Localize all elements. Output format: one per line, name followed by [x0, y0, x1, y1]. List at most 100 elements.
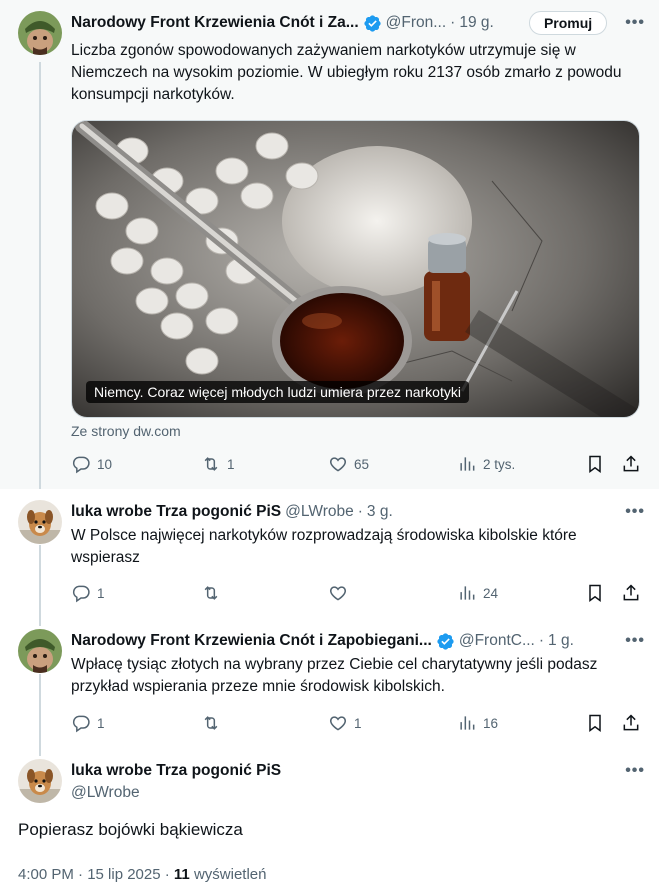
view-label: wyświetleń	[189, 866, 267, 883]
heart-icon	[329, 457, 347, 472]
more-options-icon[interactable]: •••	[625, 503, 645, 521]
author-handle[interactable]: @LWrobe	[71, 784, 140, 802]
avatar-nfkc-icon	[18, 629, 62, 673]
reply-count: 1	[97, 715, 105, 731]
tweet-time[interactable]: 3 g.	[367, 503, 393, 521]
views-button[interactable]: 24	[457, 583, 498, 603]
bookmark-icon	[589, 714, 601, 732]
tweet-time[interactable]: 19 g.	[459, 14, 493, 32]
tweet-header: luka wrobe Trza pogonić PiS @LWrobe · 3 …	[71, 501, 645, 523]
tweet-main[interactable]: Narodowy Front Krzewienia Cnót i Za... @…	[0, 0, 659, 489]
thread-line	[39, 545, 41, 616]
tweet-reply-1[interactable]: luka wrobe Trza pogonić PiS @LWrobe · 3 …	[0, 489, 659, 616]
avatar-nfkc-icon	[18, 11, 62, 55]
repost-icon	[204, 586, 218, 600]
bookmark-icon	[589, 455, 601, 473]
more-options-icon[interactable]: •••	[625, 632, 645, 650]
reply-count: 1	[97, 585, 105, 601]
tweet-reply-2[interactable]: Narodowy Front Krzewienia Cnót i Zapobie…	[0, 616, 659, 746]
heart-icon	[329, 716, 347, 731]
tweet-timestamp[interactable]: 4:00 PM · 15 lip 2025 ·	[18, 866, 174, 883]
analytics-icon	[460, 457, 475, 471]
share-button[interactable]	[621, 583, 641, 603]
thread-line	[39, 62, 41, 489]
drugs-photo-image	[72, 121, 639, 417]
reply-icon	[72, 456, 90, 474]
promote-button[interactable]: Promuj	[528, 11, 608, 35]
tweet-text: Popierasz bojówki bąkiewicza	[18, 820, 243, 839]
reply-button[interactable]: 1	[71, 583, 105, 603]
link-source[interactable]: Ze strony dw.com	[71, 423, 181, 439]
author-name[interactable]: luka wrobe Trza pogonić PiS	[71, 503, 281, 521]
separator-dot: ·	[450, 14, 456, 31]
view-count: 16	[483, 715, 499, 731]
views-button[interactable]: 2 tys.	[457, 454, 515, 474]
author-handle[interactable]: @LWrobe	[285, 503, 354, 521]
bookmark-button[interactable]	[585, 454, 605, 474]
repost-icon	[204, 716, 218, 730]
repost-button[interactable]: 1	[201, 454, 235, 474]
like-button[interactable]	[328, 583, 348, 603]
author-name[interactable]: luka wrobe Trza pogonić PiS	[71, 762, 281, 780]
view-count: 2 tys.	[483, 456, 516, 472]
verified-badge-icon	[437, 632, 454, 650]
tweet-text: Wpłacę tysiąc złotych na wybrany przez C…	[71, 656, 598, 695]
like-count: 1	[354, 715, 362, 731]
repost-count: 1	[227, 456, 235, 472]
view-count: 11	[173, 866, 190, 883]
link-card-title[interactable]: Niemcy. Coraz więcej młodych ludzi umier…	[86, 381, 469, 403]
tweet-text: W Polsce najwięcej narkotyków rozprowadz…	[71, 527, 577, 566]
tweet-time[interactable]: 1 g.	[548, 632, 574, 650]
author-handle[interactable]: @FrontC...	[459, 632, 535, 650]
share-button[interactable]	[621, 454, 641, 474]
action-bar: 10 1 65 2 tys.	[71, 454, 643, 476]
heart-icon	[329, 586, 347, 601]
like-count: 65	[354, 456, 370, 472]
bookmark-button[interactable]	[585, 583, 605, 603]
reply-icon	[72, 585, 90, 603]
thread-line	[39, 674, 41, 746]
action-bar: 1 1 16	[71, 713, 643, 735]
author-handle[interactable]: @Fron...	[386, 14, 447, 32]
tweet-text: Liczba zgonów spowodowanych zażywaniem n…	[71, 42, 622, 103]
repost-icon	[204, 457, 218, 471]
share-button[interactable]	[621, 713, 641, 733]
verified-badge-icon	[364, 14, 381, 32]
avatar[interactable]	[18, 500, 62, 544]
avatar[interactable]	[18, 759, 62, 803]
repost-button[interactable]	[201, 713, 221, 733]
action-bar: 1 24	[71, 583, 643, 605]
bookmark-button[interactable]	[585, 713, 605, 733]
thread-line	[39, 616, 41, 626]
like-button[interactable]: 1	[328, 713, 362, 733]
view-count: 24	[483, 585, 499, 601]
tweet-header: Narodowy Front Krzewienia Cnót i Zapobie…	[71, 630, 645, 652]
tweet-focused[interactable]: luka wrobe Trza pogonić PiS ••• @LWrobe …	[0, 746, 659, 888]
tweet-meta: 4:00 PM · 15 lip 2025 · 11 wyświetleń	[18, 866, 266, 883]
link-card-image[interactable]: Niemcy. Coraz więcej młodych ludzi umier…	[71, 120, 640, 418]
share-icon	[623, 584, 639, 601]
author-name[interactable]: Narodowy Front Krzewienia Cnót i Za...	[71, 14, 359, 32]
separator-dot: ·	[357, 503, 363, 520]
separator-dot: ·	[538, 632, 545, 649]
thread-line	[39, 746, 41, 756]
avatar-dog-icon	[18, 759, 62, 803]
tweet-subheader: @LWrobe	[71, 782, 645, 804]
avatar[interactable]	[18, 629, 62, 673]
reply-count: 10	[97, 456, 113, 472]
avatar[interactable]	[18, 11, 62, 55]
analytics-icon	[460, 586, 475, 600]
analytics-icon	[460, 716, 475, 730]
more-options-icon[interactable]: •••	[625, 14, 645, 32]
reply-button[interactable]: 10	[71, 454, 112, 474]
avatar-dog-icon	[18, 500, 62, 544]
views-button[interactable]: 16	[457, 713, 498, 733]
repost-button[interactable]	[201, 583, 221, 603]
reply-icon	[72, 715, 90, 733]
more-options-icon[interactable]: •••	[625, 762, 645, 780]
share-icon	[623, 714, 639, 731]
like-button[interactable]: 65	[328, 454, 369, 474]
tweet-header: Narodowy Front Krzewienia Cnót i Za... @…	[71, 11, 645, 35]
author-name[interactable]: Narodowy Front Krzewienia Cnót i Zapobie…	[71, 632, 432, 650]
reply-button[interactable]: 1	[71, 713, 105, 733]
